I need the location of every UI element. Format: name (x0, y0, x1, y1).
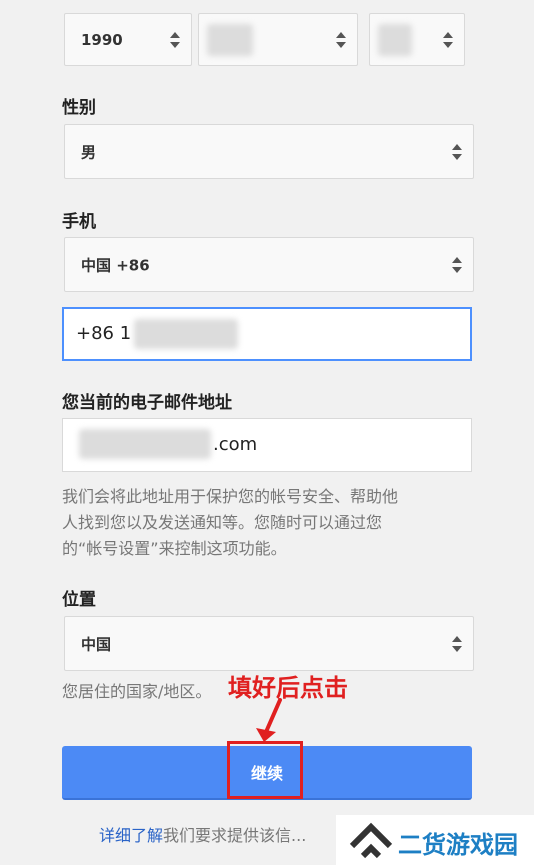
blurred-phone-number (134, 319, 238, 349)
watermark-text: 二货游戏园 (398, 831, 518, 859)
email-help-line: 我们会将此地址用于保护您的帐号安全、帮助他 (62, 487, 399, 506)
email-label: 您当前的电子邮件地址 (62, 393, 232, 413)
select-arrows-icon (452, 143, 462, 160)
birth-year-value: 1990 (81, 30, 123, 49)
blurred-email (79, 429, 211, 459)
select-arrows-icon (452, 256, 462, 273)
location-value: 中国 (81, 635, 112, 653)
select-arrows-icon (452, 635, 462, 652)
footer: 详细了解我们要求提供该信... (99, 822, 306, 846)
select-arrows-icon (443, 31, 453, 48)
footer-text: 我们要求提供该信... (163, 826, 307, 845)
annotation-text: 填好后点击 (228, 674, 348, 702)
gender-label: 性别 (62, 98, 96, 118)
select-arrows-icon (170, 31, 180, 48)
location-help-text: 您居住的国家/地区。 (62, 682, 212, 701)
phone-number-input[interactable]: +86 1 (62, 307, 472, 361)
annotation-highlight-box (227, 741, 303, 799)
gender-select[interactable]: 男 (64, 124, 474, 179)
location-select[interactable]: 中国 (64, 616, 474, 671)
watermark-logo-icon (349, 822, 393, 859)
blurred-month (207, 24, 253, 56)
email-input[interactable]: .com (62, 418, 472, 472)
location-label: 位置 (62, 590, 96, 610)
email-help-line: 的“帐号设置”来控制这项功能。 (62, 539, 287, 558)
phone-country-value: 中国 +86 (81, 256, 150, 274)
phone-number-value: +86 1 (76, 323, 132, 344)
annotation-arrow-icon (256, 698, 282, 742)
email-help-line: 人找到您以及发送通知等。您随时可以通过您 (62, 513, 383, 532)
email-suffix: .com (213, 434, 258, 455)
email-help-text: 我们会将此地址用于保护您的帐号安全、帮助他 人找到您以及发送通知等。您随时可以通… (62, 484, 398, 562)
gender-value: 男 (81, 143, 97, 161)
learn-more-link[interactable]: 详细了解 (99, 826, 163, 845)
birth-year-select[interactable]: 1990 (64, 13, 192, 66)
phone-label: 手机 (62, 212, 96, 232)
birth-month-select[interactable] (198, 13, 358, 66)
birth-day-select[interactable] (369, 13, 465, 66)
select-arrows-icon (336, 31, 346, 48)
watermark: 二货游戏园 (336, 815, 534, 865)
phone-country-select[interactable]: 中国 +86 (64, 237, 474, 292)
blurred-day (378, 24, 412, 56)
